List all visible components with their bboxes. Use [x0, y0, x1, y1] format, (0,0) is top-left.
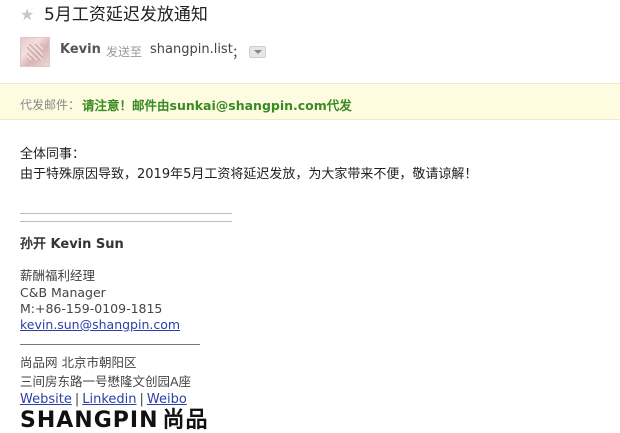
signature-links: Website | Linkedin | Weibo	[20, 391, 187, 408]
link-separator: |	[74, 392, 80, 407]
weibo-link[interactable]: Weibo	[147, 392, 187, 407]
avatar[interactable]	[20, 37, 50, 67]
sender-name[interactable]: Kevin	[60, 42, 101, 57]
email-header: ★ 5月工资延迟发放通知 Kevin 发送至 shangpin.list ；	[0, 0, 620, 82]
signature-divider	[20, 344, 200, 345]
logo-text-en: SHANGPIN	[20, 408, 159, 433]
signature-title-en: C&B Manager	[20, 285, 106, 300]
email-message: 由于特殊原因导致，2019年5月工资将延迟发放，为大家带来不便，敬请谅解！	[20, 167, 478, 182]
signature-divider	[20, 221, 232, 222]
proxy-label: 代发邮件：	[20, 98, 81, 112]
website-link[interactable]: Website	[20, 392, 72, 407]
proxy-notice-bar: 代发邮件： 请注意！邮件由sunkai@shangpin.com代发	[0, 83, 620, 120]
star-icon[interactable]: ★	[20, 5, 34, 25]
to-label: 发送至	[106, 45, 143, 59]
logo-text-cn: 尚品	[162, 408, 209, 433]
recipient[interactable]: shangpin.list	[150, 42, 233, 57]
email-subject: 5月工资延迟发放通知	[44, 5, 208, 25]
signature-title-cn: 薪酬福利经理	[20, 268, 96, 283]
recipient-separator: ；	[232, 46, 246, 61]
signature-email-link[interactable]: kevin.sun@shangpin.com	[20, 317, 180, 333]
shangpin-logo: SHANGPIN 尚品	[20, 408, 209, 433]
signature-divider	[20, 213, 232, 214]
proxy-notice: 请注意！邮件由sunkai@shangpin.com代发	[82, 98, 352, 113]
chevron-down-icon[interactable]	[249, 46, 266, 58]
linkedin-link[interactable]: Linkedin	[82, 392, 136, 407]
link-separator: |	[139, 392, 144, 407]
email-greeting: 全体同事：	[20, 147, 86, 162]
signature-phone: M:+86-159-0109-1815	[20, 301, 163, 316]
signature-address: 三间房东路一号懋隆文创园A座	[20, 374, 192, 389]
signature-name: 孙开 Kevin Sun	[20, 237, 124, 252]
signature-company: 尚品网 北京市朝阳区	[20, 355, 137, 370]
